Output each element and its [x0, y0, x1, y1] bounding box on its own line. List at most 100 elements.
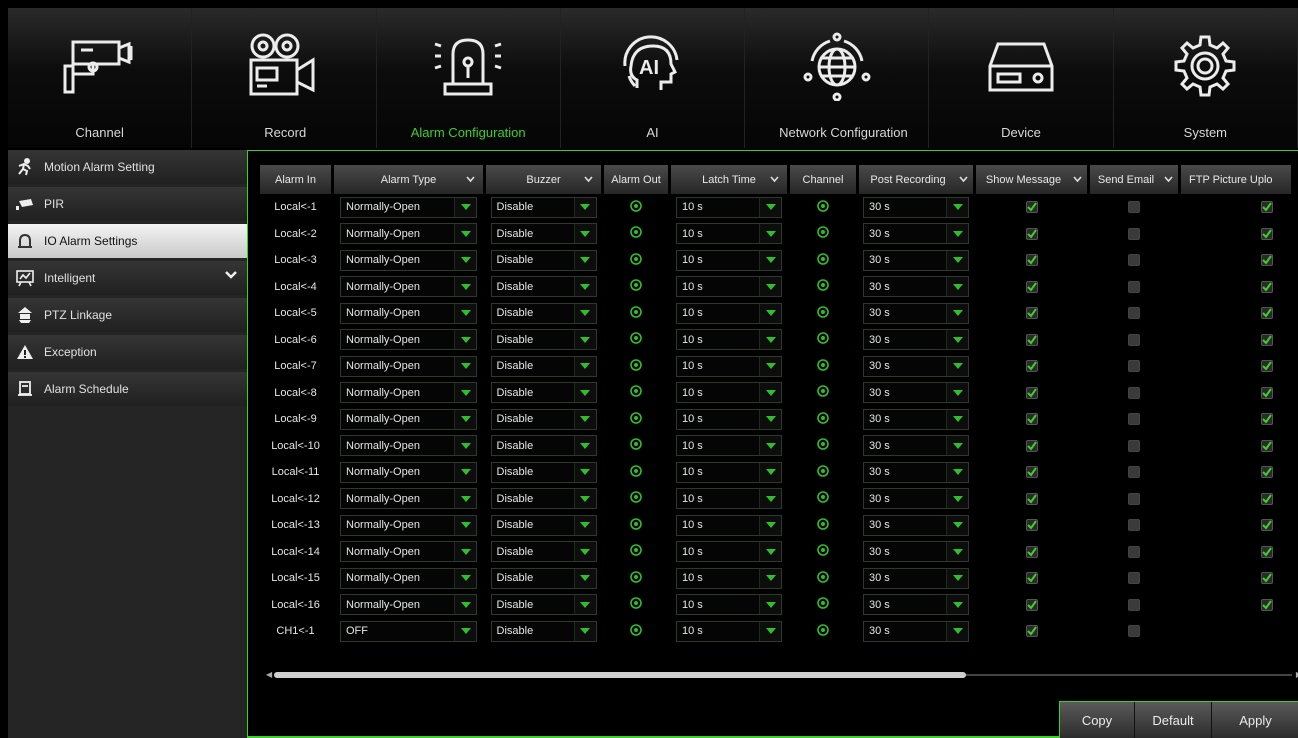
tab-channel[interactable]: Channel — [8, 8, 193, 148]
ftp-upload-checkbox[interactable] — [1261, 439, 1273, 452]
show-message-checkbox[interactable] — [1025, 227, 1038, 240]
alarm-type-select[interactable]: Normally-Open — [340, 488, 477, 510]
channel-settings-icon[interactable] — [817, 438, 829, 453]
alarm-type-select[interactable]: Normally-Open — [340, 249, 477, 271]
latch-time-select[interactable]: 10 s — [676, 567, 782, 589]
ftp-upload-checkbox[interactable] — [1261, 519, 1273, 532]
channel-settings-icon[interactable] — [817, 464, 829, 480]
ftp-upload-checkbox[interactable] — [1261, 598, 1273, 611]
tab-network-configuration[interactable]: Network Configuration — [745, 8, 930, 148]
buzzer-select[interactable]: Disable — [490, 594, 597, 616]
header-post-recording[interactable]: Post Recording — [859, 165, 973, 194]
channel-settings-icon[interactable] — [817, 385, 829, 400]
post-recording-select[interactable]: 30 s — [863, 329, 969, 351]
send-email-checkbox[interactable] — [1128, 201, 1140, 214]
channel-settings-icon[interactable] — [817, 623, 829, 639]
channel-settings-icon[interactable] — [817, 570, 829, 586]
tab-device[interactable]: Device — [929, 8, 1114, 148]
show-message-checkbox[interactable] — [1025, 598, 1038, 611]
latch-time-select[interactable]: 10 s — [676, 594, 782, 616]
latch-time-select[interactable]: 10 s — [676, 435, 782, 457]
post-recording-select[interactable]: 30 s — [863, 541, 969, 563]
channel-settings-icon[interactable] — [817, 332, 829, 347]
channel-settings-icon[interactable] — [817, 491, 829, 506]
show-message-checkbox[interactable] — [1025, 360, 1038, 373]
alarm-out-settings-icon[interactable] — [630, 305, 642, 321]
alarm-type-select[interactable]: Normally-Open — [340, 461, 477, 483]
send-email-checkbox[interactable] — [1128, 386, 1140, 399]
alarm-out-settings-icon[interactable] — [630, 491, 642, 506]
buzzer-select[interactable]: Disable — [490, 302, 597, 324]
alarm-out-settings-icon[interactable] — [630, 544, 642, 559]
show-message-checkbox[interactable] — [1025, 413, 1038, 426]
tab-record[interactable]: Record — [192, 8, 377, 148]
post-recording-select[interactable]: 30 s — [863, 488, 969, 510]
sidebar-item-intelligent[interactable]: Intelligent — [8, 261, 247, 295]
sidebar-item-pir[interactable]: PIR — [8, 187, 247, 221]
scroll-left-icon[interactable]: ◀ — [266, 670, 272, 679]
buzzer-select[interactable]: Disable — [490, 514, 597, 536]
send-email-checkbox[interactable] — [1128, 625, 1140, 638]
buzzer-select[interactable]: Disable — [490, 461, 597, 483]
channel-settings-icon[interactable] — [817, 544, 829, 559]
post-recording-select[interactable]: 30 s — [863, 302, 969, 324]
sidebar-item-motion-alarm-setting[interactable]: Motion Alarm Setting — [8, 150, 247, 184]
latch-time-select[interactable]: 10 s — [676, 461, 782, 483]
post-recording-select[interactable]: 30 s — [863, 276, 969, 298]
show-message-checkbox[interactable] — [1025, 466, 1038, 479]
latch-time-select[interactable]: 10 s — [676, 355, 782, 377]
latch-time-select[interactable]: 10 s — [676, 382, 782, 404]
horizontal-scrollbar[interactable]: ◀ ▶ — [266, 670, 1298, 679]
sidebar-item-ptz-linkage[interactable]: PTZ Linkage — [8, 298, 247, 332]
latch-time-select[interactable]: 10 s — [676, 514, 782, 536]
show-message-checkbox[interactable] — [1025, 254, 1038, 267]
buzzer-select[interactable]: Disable — [490, 408, 597, 430]
latch-time-select[interactable]: 10 s — [676, 276, 782, 298]
tab-ai[interactable]: AI AI — [561, 8, 746, 148]
post-recording-select[interactable]: 30 s — [863, 594, 969, 616]
buzzer-select[interactable]: Disable — [490, 382, 597, 404]
alarm-type-select[interactable]: Normally-Open — [340, 329, 477, 351]
send-email-checkbox[interactable] — [1128, 227, 1140, 240]
header-buzzer[interactable]: Buzzer — [486, 165, 601, 194]
latch-time-select[interactable]: 10 s — [676, 196, 782, 218]
ftp-upload-checkbox[interactable] — [1261, 333, 1273, 346]
alarm-type-select[interactable]: Normally-Open — [340, 594, 477, 616]
post-recording-select[interactable]: 30 s — [863, 514, 969, 536]
latch-time-select[interactable]: 10 s — [676, 302, 782, 324]
ftp-upload-checkbox[interactable] — [1261, 307, 1273, 320]
show-message-checkbox[interactable] — [1025, 545, 1038, 558]
show-message-checkbox[interactable] — [1025, 333, 1038, 346]
alarm-type-select[interactable]: Normally-Open — [340, 276, 477, 298]
alarm-out-settings-icon[interactable] — [630, 279, 642, 294]
alarm-out-settings-icon[interactable] — [630, 358, 642, 374]
send-email-checkbox[interactable] — [1128, 572, 1140, 585]
send-email-checkbox[interactable] — [1128, 466, 1140, 479]
send-email-checkbox[interactable] — [1128, 333, 1140, 346]
default-button[interactable]: Default — [1135, 702, 1212, 738]
alarm-out-settings-icon[interactable] — [630, 385, 642, 400]
ftp-upload-checkbox[interactable] — [1261, 413, 1273, 426]
alarm-type-select[interactable]: Normally-Open — [340, 196, 477, 218]
buzzer-select[interactable]: Disable — [490, 276, 597, 298]
apply-button[interactable]: Apply — [1212, 702, 1298, 738]
show-message-checkbox[interactable] — [1025, 307, 1038, 320]
latch-time-select[interactable]: 10 s — [676, 620, 782, 642]
send-email-checkbox[interactable] — [1128, 413, 1140, 426]
buzzer-select[interactable]: Disable — [490, 249, 597, 271]
buzzer-select[interactable]: Disable — [490, 196, 597, 218]
header-ftp-picture-upload[interactable]: FTP Picture Uplo — [1181, 165, 1291, 194]
post-recording-select[interactable]: 30 s — [863, 435, 969, 457]
channel-settings-icon[interactable] — [817, 226, 829, 241]
latch-time-select[interactable]: 10 s — [676, 329, 782, 351]
channel-settings-icon[interactable] — [817, 597, 829, 612]
latch-time-select[interactable]: 10 s — [676, 408, 782, 430]
header-show-message[interactable]: Show Message — [976, 165, 1087, 194]
post-recording-select[interactable]: 30 s — [863, 567, 969, 589]
post-recording-select[interactable]: 30 s — [863, 223, 969, 245]
buzzer-select[interactable]: Disable — [490, 541, 597, 563]
send-email-checkbox[interactable] — [1128, 598, 1140, 611]
alarm-out-settings-icon[interactable] — [630, 570, 642, 586]
latch-time-select[interactable]: 10 s — [676, 488, 782, 510]
channel-settings-icon[interactable] — [817, 358, 829, 374]
